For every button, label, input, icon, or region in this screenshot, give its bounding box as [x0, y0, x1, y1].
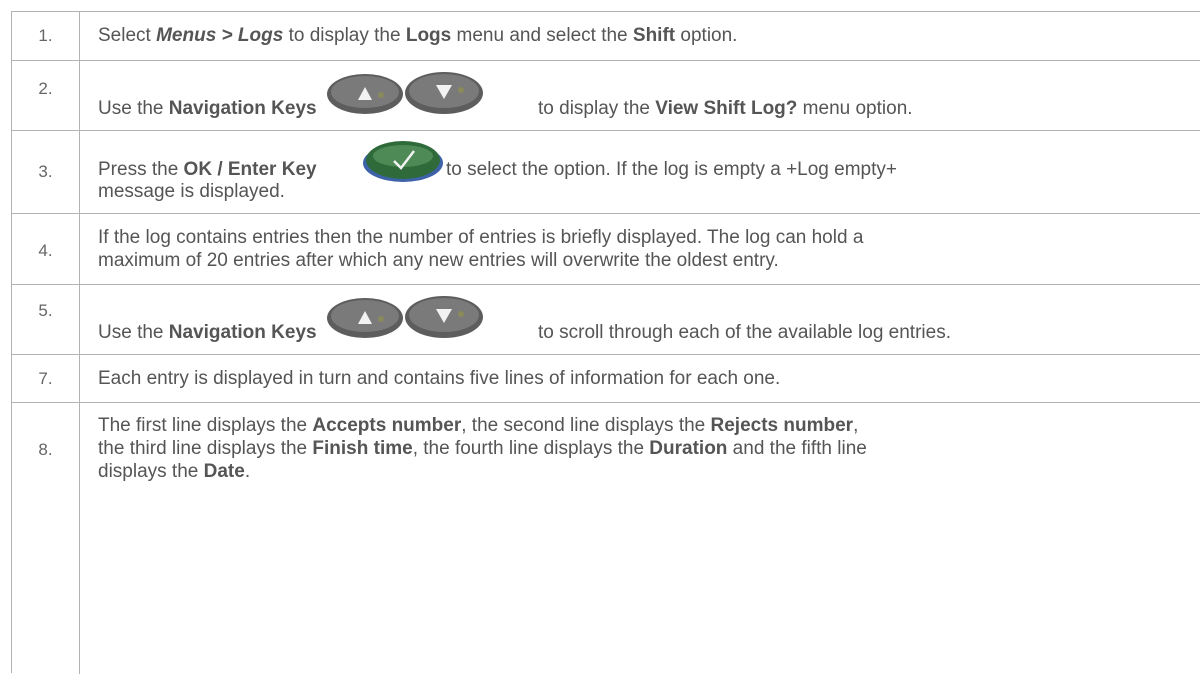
- navigation-down-key-icon: [405, 296, 483, 338]
- step-text-line2: message is displayed.: [98, 180, 1200, 203]
- menu-path: Menus > Logs: [156, 25, 284, 46]
- navigation-down-key-icon: [405, 72, 483, 114]
- text-segment: to scroll through each of the available …: [538, 322, 951, 343]
- column-divider: [79, 285, 80, 355]
- step-number: 4.: [38, 241, 53, 260]
- text-segment: , the fourth line displays the: [412, 438, 650, 459]
- text-segment: Use the: [98, 98, 169, 119]
- accepts-number-term: Accepts number: [312, 415, 462, 436]
- column-divider: [79, 403, 80, 674]
- navigation-up-key-icon: [327, 74, 403, 114]
- text-segment: Press the: [98, 159, 184, 180]
- step-text-continued: to display the View Shift Log? menu opti…: [538, 97, 1200, 120]
- instruction-table: 1. Select Menus > Logs to display the Lo…: [11, 11, 1200, 674]
- text-segment: to select the option. If the log is empt…: [446, 159, 897, 180]
- table-row: 2. Use the Navigation Keys to display th…: [12, 60, 1200, 131]
- text-segment: option.: [675, 25, 738, 46]
- step-text-continued: to select the option. If the log is empt…: [446, 158, 1200, 181]
- text-segment: , the second line displays the: [461, 415, 711, 436]
- text-segment: to display the: [283, 25, 406, 46]
- ok-enter-key-term: OK / Enter Key: [183, 159, 317, 180]
- navigation-up-key-icon: [327, 298, 403, 338]
- navigation-keys-term: Navigation Keys: [168, 322, 317, 343]
- step-number: 8.: [38, 440, 53, 459]
- rejects-number-term: Rejects number: [710, 415, 854, 436]
- step-text: If the log contains entries then the num…: [98, 226, 1200, 272]
- finish-time-term: Finish time: [312, 438, 413, 459]
- text-line: Each entry is displayed in turn and cont…: [98, 368, 781, 389]
- text-segment: Select: [98, 25, 157, 46]
- step-text: Select Menus > Logs to display the Logs …: [98, 24, 1200, 47]
- table-row: 8. The first line displays the Accepts n…: [12, 402, 1200, 674]
- step-number: 3.: [38, 162, 53, 181]
- duration-term: Duration: [649, 438, 728, 459]
- step-text: The first line displays the Accepts numb…: [98, 414, 1200, 483]
- table-row: 5. Use the Navigation Keys to scroll thr…: [12, 284, 1200, 355]
- text-segment: message is displayed.: [98, 181, 285, 202]
- column-divider: [79, 214, 80, 285]
- table-row: 3. Press the OK / Enter Key to select th…: [12, 130, 1200, 214]
- text-segment: Use the: [98, 322, 169, 343]
- text-segment: and the fifth line: [727, 438, 867, 459]
- step-text: Each entry is displayed in turn and cont…: [98, 367, 1200, 390]
- column-divider: [79, 12, 80, 61]
- date-term: Date: [203, 461, 245, 482]
- text-segment: to display the: [538, 98, 656, 119]
- text-segment: The first line displays the: [98, 415, 313, 436]
- column-divider: [79, 61, 80, 131]
- navigation-keys-term: Navigation Keys: [168, 98, 317, 119]
- step-number: 1.: [38, 26, 53, 45]
- text-segment: .: [244, 461, 251, 482]
- step-text-continued: to scroll through each of the available …: [538, 321, 1200, 344]
- text-segment: displays the: [98, 461, 204, 482]
- table-row: 7. Each entry is displayed in turn and c…: [12, 354, 1200, 403]
- table-row: 4. If the log contains entries then the …: [12, 213, 1200, 285]
- step-number: 5.: [38, 301, 53, 320]
- step-number: 7.: [38, 369, 53, 388]
- shift-term: Shift: [632, 25, 676, 46]
- table-row: 1. Select Menus > Logs to display the Lo…: [12, 11, 1200, 61]
- text-segment: menu option.: [797, 98, 913, 119]
- view-shift-log-term: View Shift Log?: [655, 98, 798, 119]
- text-line: maximum of 20 entries after which any ne…: [98, 250, 779, 271]
- text-line: the third line displays the Finish time,…: [98, 437, 1200, 460]
- text-segment: the third line displays the: [98, 438, 313, 459]
- text-segment: menu and select the: [451, 25, 633, 46]
- ok-enter-key-icon: [363, 141, 443, 182]
- step-number: 2.: [38, 79, 53, 98]
- column-divider: [79, 355, 80, 403]
- logs-term: Logs: [405, 25, 452, 46]
- column-divider: [79, 131, 80, 214]
- text-segment: ,: [853, 415, 859, 436]
- text-line: If the log contains entries then the num…: [98, 227, 864, 248]
- text-line: displays the Date.: [98, 460, 1200, 483]
- text-line: The first line displays the Accepts numb…: [98, 414, 1200, 437]
